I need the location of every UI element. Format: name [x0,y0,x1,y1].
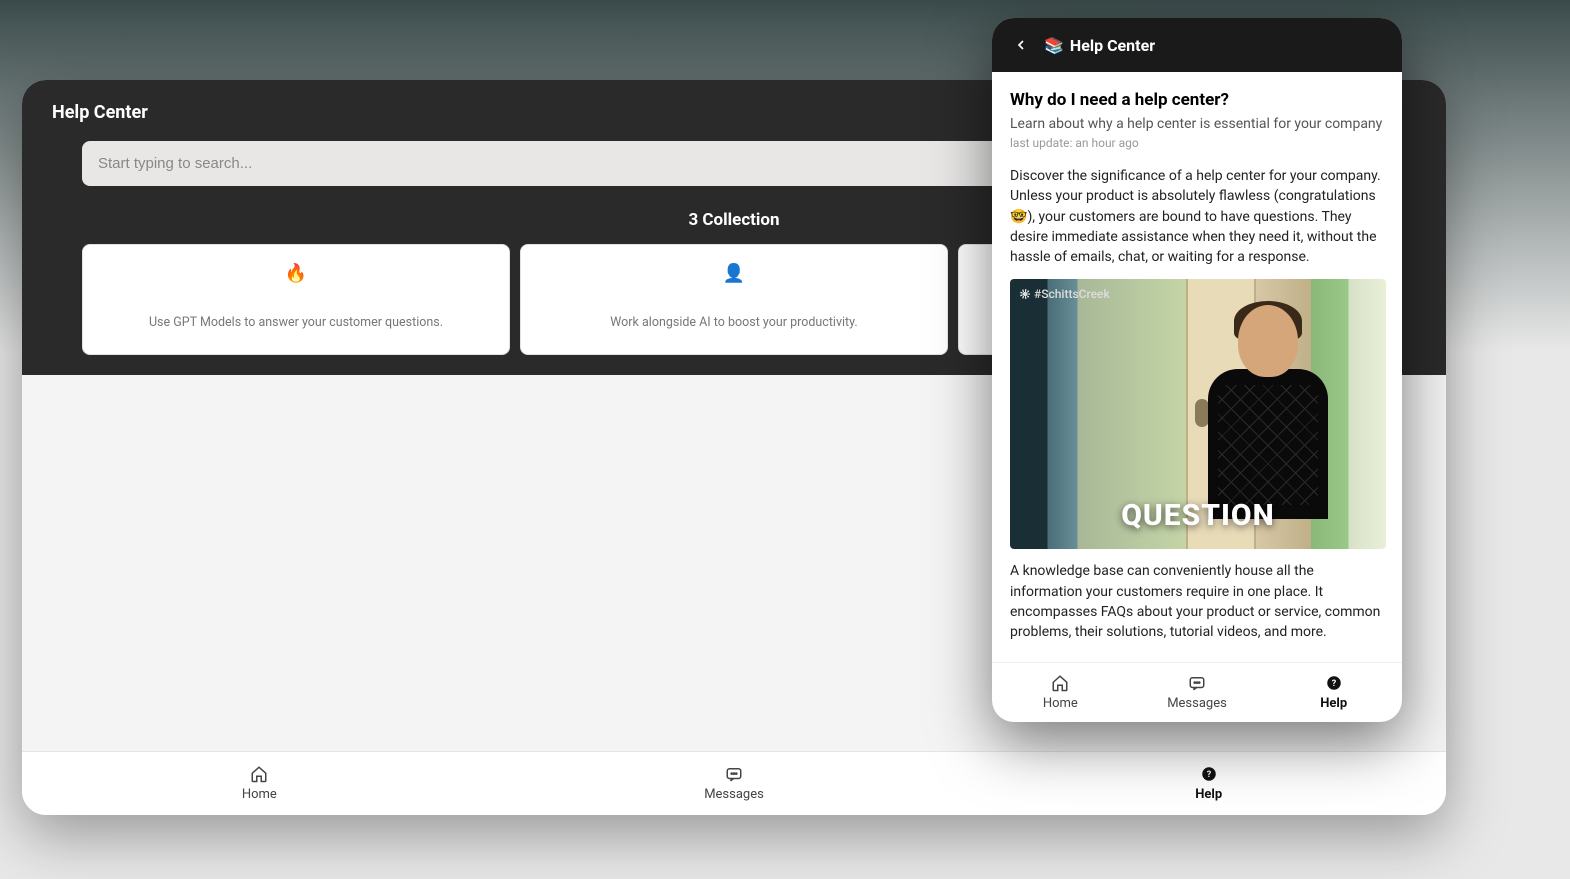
emoji-icon: 🤓 [1010,209,1027,225]
main-bottom-nav: Home Messages ? Help [22,751,1446,815]
svg-text:?: ? [1206,770,1211,780]
card-desc: Use GPT Models to answer your customer q… [99,315,493,330]
collection-card[interactable]: 👤 AI-enhanced workspace Work alongside A… [520,244,948,355]
nav-label: Home [242,787,277,802]
article-title: Why do I need a help center? [1010,90,1386,110]
nav-label: Messages [704,787,764,802]
image-caption: QUESTION [1010,498,1386,533]
panel-bottom-nav: Home Messages ? Help [992,662,1402,722]
panel-nav-messages[interactable]: Messages [1129,663,1266,722]
books-icon: 📚 [1044,36,1064,55]
help-center-panel: 📚 Help Center Why do I need a help cente… [992,18,1402,722]
panel-nav-help[interactable]: ? Help [1265,663,1402,722]
fire-icon: 🔥 [99,263,493,284]
panel-header: 📚 Help Center [992,18,1402,72]
nav-label: Messages [1167,696,1227,711]
panel-nav-home[interactable]: Home [992,663,1129,722]
nav-label: Home [1043,696,1078,711]
article-image: #SchittsCreek QUESTION [1010,279,1386,549]
person-icon: 👤 [537,263,931,284]
panel-title: 📚 Help Center [1044,36,1155,55]
nav-label: Help [1195,787,1222,802]
article-paragraph: A knowledge base can conveniently house … [1010,561,1386,642]
article-paragraph: Discover the significance of a help cent… [1010,166,1386,267]
card-desc: Work alongside AI to boost your producti… [537,315,931,330]
nav-help[interactable]: ? Help [971,752,1446,815]
svg-text:?: ? [1331,679,1336,689]
nav-home[interactable]: Home [22,752,497,815]
article-subtitle: Learn about why a help center is essenti… [1010,116,1386,132]
card-title: AI-enhanced workspace [537,292,931,311]
card-title: GPT Chatbot [99,292,493,311]
article-meta: last update: an hour ago [1010,136,1386,150]
messages-icon [1188,674,1206,692]
nav-messages[interactable]: Messages [497,752,972,815]
panel-title-text: Help Center [1070,36,1155,55]
home-icon [1051,674,1069,692]
messages-icon [725,765,743,783]
collection-card[interactable]: 🔥 GPT Chatbot Use GPT Models to answer y… [82,244,510,355]
help-icon: ? [1325,674,1343,692]
panel-body[interactable]: Why do I need a help center? Learn about… [992,72,1402,662]
back-button[interactable] [1010,34,1032,56]
help-icon: ? [1200,765,1218,783]
nav-label: Help [1320,696,1347,711]
image-watermark: #SchittsCreek [1020,287,1110,301]
home-icon [250,765,268,783]
chevron-left-icon [1013,37,1029,53]
